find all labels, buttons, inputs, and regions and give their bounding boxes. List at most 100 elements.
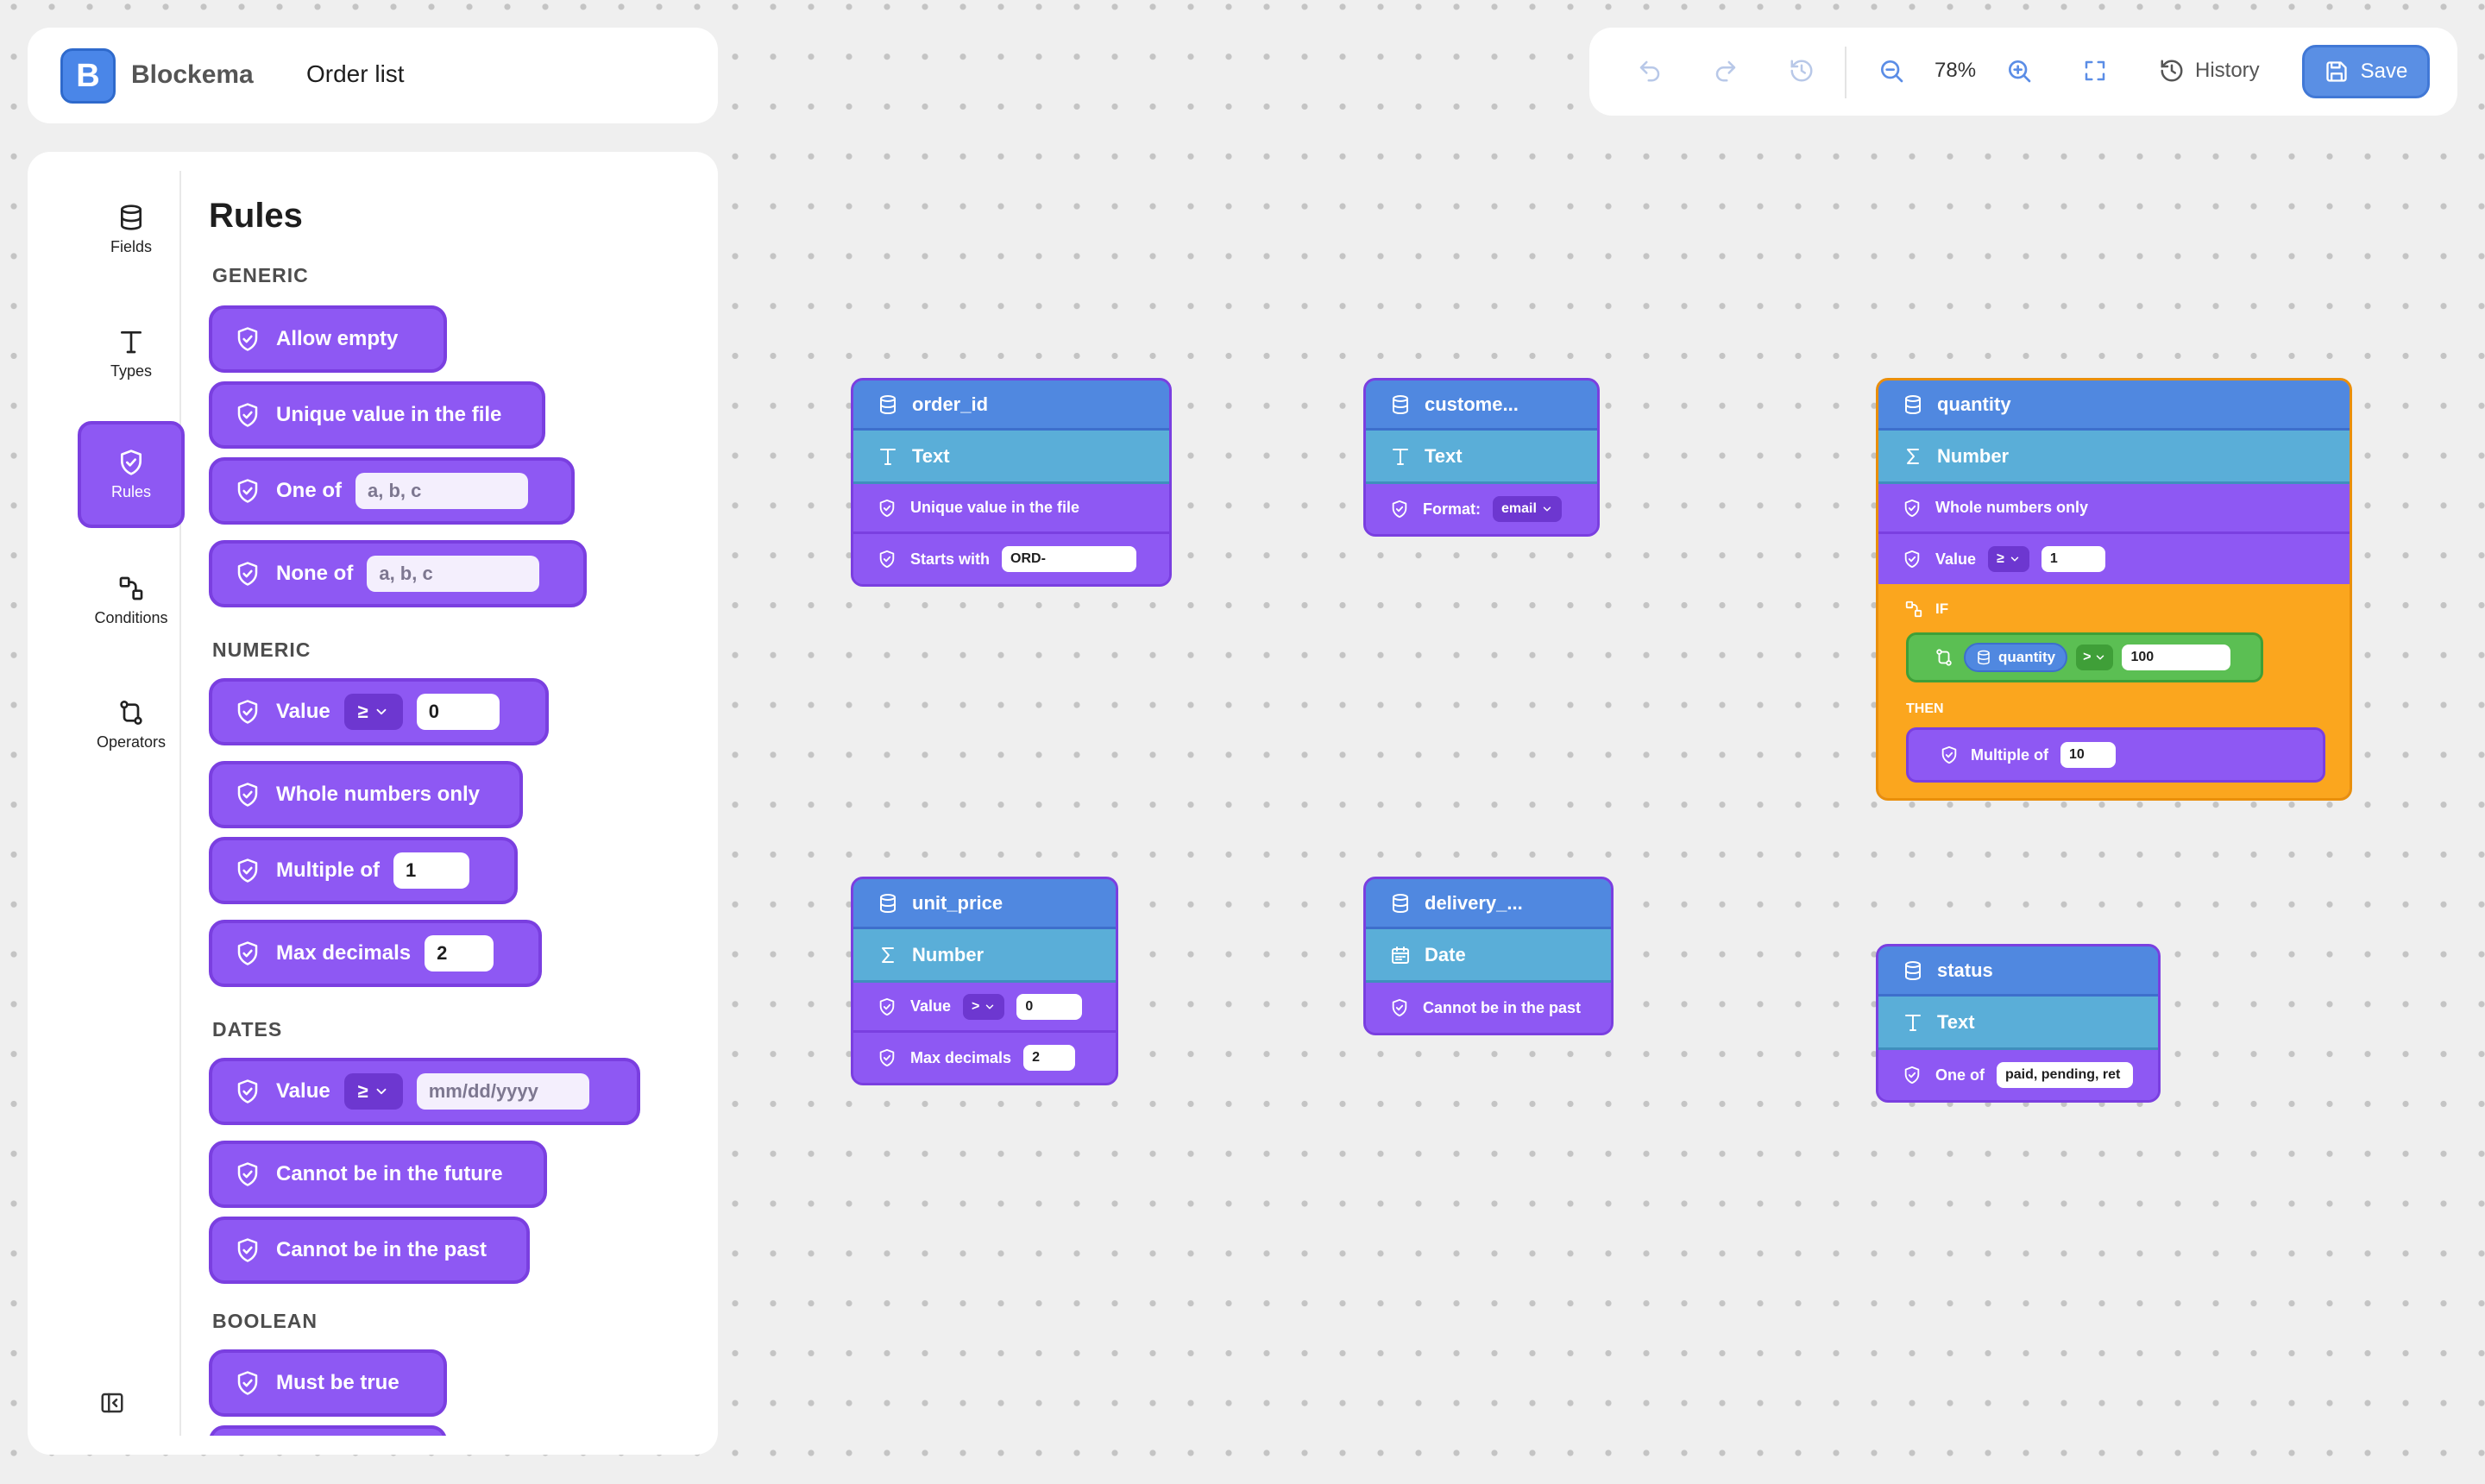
- text-type-icon: [117, 328, 145, 355]
- block-header[interactable]: quantity: [1878, 380, 2350, 431]
- if-label: IF: [1935, 601, 1949, 617]
- rule-label: Whole numbers only: [276, 783, 481, 806]
- history-button[interactable]: History: [2159, 52, 2260, 90]
- max-decimals-input[interactable]: 2: [425, 935, 494, 972]
- undo-button[interactable]: [1631, 52, 1669, 90]
- none-of-input[interactable]: a, b, c: [367, 556, 540, 592]
- multiple-of-input[interactable]: 1: [393, 852, 469, 889]
- block-type[interactable]: Text: [853, 431, 1169, 484]
- then-value-input[interactable]: 10: [2060, 742, 2116, 768]
- block-rule[interactable]: Unique value in the file: [853, 484, 1169, 534]
- format-select[interactable]: email: [1493, 496, 1562, 522]
- reset-button[interactable]: [1783, 52, 1821, 90]
- fit-screen-button[interactable]: [2076, 52, 2114, 90]
- operators-icon: [117, 699, 145, 726]
- rule-not-past[interactable]: Cannot be in the past: [209, 1217, 530, 1284]
- nav-rules[interactable]: Rules: [78, 421, 185, 528]
- block-header[interactable]: status: [1878, 946, 2158, 997]
- database-icon: [1390, 394, 1411, 415]
- rule-value[interactable]: Value ≥ 0: [209, 678, 549, 745]
- database-icon: [1390, 893, 1411, 914]
- history-label: History: [2195, 59, 2260, 82]
- shield-icon: [878, 499, 896, 518]
- date-input[interactable]: mm/dd/yyyy: [416, 1073, 589, 1110]
- rule-not-future[interactable]: Cannot be in the future: [209, 1141, 547, 1208]
- app-logo[interactable]: B: [60, 48, 116, 104]
- block-type[interactable]: Text: [1366, 431, 1597, 484]
- block-header[interactable]: unit_price: [853, 879, 1116, 929]
- chevron-down-icon: [374, 704, 389, 720]
- zoom-out-button[interactable]: [1872, 52, 1910, 90]
- if-header: IF: [1904, 600, 1948, 619]
- block-type[interactable]: Date: [1366, 929, 1611, 983]
- block-header[interactable]: order_id: [853, 380, 1169, 431]
- toolbar-divider: [1845, 47, 1846, 98]
- collapse-panel-button[interactable]: [95, 1386, 129, 1420]
- rule-whole-numbers[interactable]: Whole numbers only: [209, 761, 523, 828]
- rule-multiple-of[interactable]: Multiple of 1: [209, 837, 518, 904]
- save-button[interactable]: Save: [2302, 45, 2430, 98]
- date-operator-select[interactable]: ≥: [343, 1073, 403, 1110]
- block-rule[interactable]: Whole numbers only: [1878, 484, 2350, 534]
- block-rule[interactable]: Format: email: [1366, 484, 1597, 534]
- document-title[interactable]: Order list: [306, 60, 405, 88]
- starts-with-input[interactable]: ORD-: [1002, 546, 1137, 572]
- shield-icon: [235, 1161, 261, 1187]
- field-block-customer[interactable]: custome... Text Format: email: [1363, 378, 1600, 537]
- condition-row[interactable]: quantity > 100: [1906, 632, 2263, 682]
- block-type[interactable]: Number: [853, 929, 1116, 983]
- shield-icon: [117, 449, 145, 476]
- nav-operators[interactable]: Operators: [78, 671, 185, 778]
- rule-date-value[interactable]: Value ≥ mm/dd/yyyy: [209, 1058, 640, 1125]
- database-icon: [878, 893, 898, 914]
- value-input[interactable]: 1: [2041, 546, 2105, 572]
- nav-conditions[interactable]: Conditions: [78, 547, 185, 654]
- then-rule[interactable]: Multiple of 10: [1906, 727, 2325, 783]
- block-type[interactable]: Number: [1878, 431, 2350, 484]
- condition-value-input[interactable]: 100: [2122, 645, 2231, 670]
- if-condition-block[interactable]: IF quantity > 100 THEN Multiple of 10: [1878, 584, 2350, 798]
- rule-allow-empty[interactable]: Allow empty: [209, 305, 447, 373]
- one-of-input[interactable]: a, b, c: [355, 473, 528, 509]
- condition-field-chip[interactable]: quantity: [1964, 643, 2068, 672]
- block-type[interactable]: Text: [1878, 997, 2158, 1050]
- rule-max-decimals[interactable]: Max decimals 2: [209, 920, 542, 987]
- field-block-unit-price[interactable]: unit_price Number Value > 0 Max decimals…: [851, 877, 1118, 1085]
- operator-select[interactable]: >: [963, 993, 1005, 1020]
- one-of-input[interactable]: paid, pending, ret: [1997, 1062, 2133, 1088]
- sidebar-collapse-icon: [101, 1393, 123, 1413]
- block-rule[interactable]: Value ≥ 1: [1878, 534, 2350, 584]
- block-header[interactable]: delivery_...: [1366, 879, 1611, 929]
- block-rule[interactable]: One of paid, pending, ret: [1878, 1050, 2158, 1100]
- rule-unique-value[interactable]: Unique value in the file: [209, 381, 545, 449]
- shield-icon: [1390, 500, 1409, 519]
- block-rule[interactable]: Max decimals 2: [853, 1033, 1116, 1083]
- field-block-status[interactable]: status Text One of paid, pending, ret: [1876, 944, 2161, 1103]
- field-block-quantity[interactable]: quantity Number Whole numbers only Value…: [1876, 378, 2352, 801]
- value-input[interactable]: 0: [416, 694, 500, 730]
- block-rule[interactable]: Value > 0: [853, 983, 1116, 1033]
- rule-one-of[interactable]: One of a, b, c: [209, 457, 575, 525]
- rule-none-of[interactable]: None of a, b, c: [209, 540, 587, 607]
- field-block-delivery[interactable]: delivery_... Date Cannot be in the past: [1363, 877, 1614, 1035]
- condition-operator-select[interactable]: >: [2076, 645, 2114, 670]
- operators-icon: [1935, 648, 1953, 667]
- rule-must-be-true[interactable]: Must be true: [209, 1349, 447, 1417]
- operator-select[interactable]: ≥: [1988, 546, 2029, 572]
- block-rule[interactable]: Starts with ORD-: [853, 534, 1169, 584]
- shield-icon: [1903, 1066, 1922, 1085]
- operator-value: >: [2083, 650, 2092, 664]
- value-input[interactable]: 0: [1016, 993, 1083, 1020]
- redo-button[interactable]: [1707, 52, 1745, 90]
- block-header[interactable]: custome...: [1366, 380, 1597, 431]
- max-decimals-input[interactable]: 2: [1023, 1045, 1076, 1071]
- type-name: Text: [1937, 1010, 1975, 1033]
- field-block-order-id[interactable]: order_id Text Unique value in the file S…: [851, 378, 1172, 587]
- operator-select[interactable]: ≥: [343, 694, 403, 730]
- nav-fields[interactable]: Fields: [78, 176, 185, 283]
- shield-icon: [235, 782, 261, 808]
- zoom-in-button[interactable]: [2000, 52, 2038, 90]
- database-icon: [1903, 960, 1923, 981]
- nav-types[interactable]: Types: [78, 300, 185, 407]
- block-rule[interactable]: Cannot be in the past: [1366, 983, 1611, 1033]
